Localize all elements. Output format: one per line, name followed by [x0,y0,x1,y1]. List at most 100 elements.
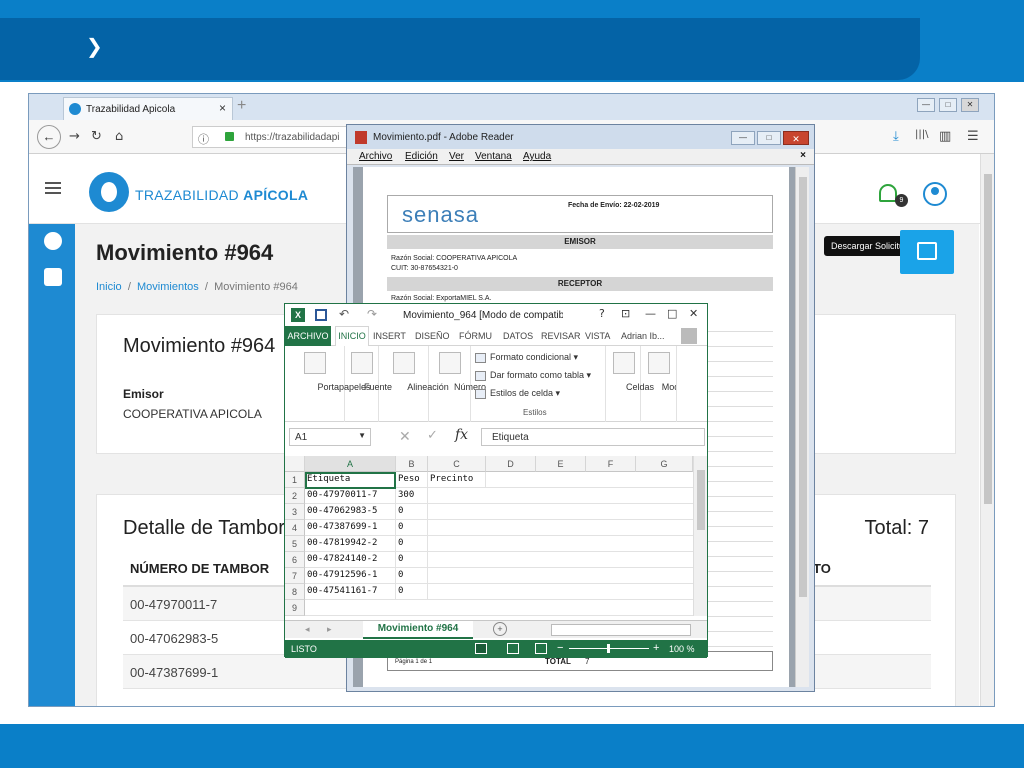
ribbon-display-icon[interactable]: ⊡ [621,307,630,320]
download-icon[interactable]: ⤓ [893,129,899,144]
redo-icon[interactable]: ↷ [367,307,377,321]
row-header[interactable]: 2 [285,488,305,504]
row-header[interactable]: 4 [285,520,305,536]
app-logo-text[interactable]: TRAZABILIDAD APÍCOLA [135,187,308,203]
cell-b7[interactable]: 0 [396,568,428,584]
adobe-maximize-button[interactable]: □ [757,131,781,145]
hamburger-icon[interactable] [45,182,61,194]
row-header[interactable]: 9 [285,600,305,616]
formato-condicional-button[interactable]: Formato condicional ▾ [475,352,578,363]
sheet-next-icon[interactable]: ▸ [327,624,332,635]
excel-close-button[interactable]: ✕ [689,307,698,320]
breadcrumb-home[interactable]: Inicio [96,281,122,293]
zoom-in-icon[interactable]: + [653,642,659,654]
browser-tab[interactable]: Trazabilidad Apicola × [63,97,233,120]
tab-diseno[interactable]: DISEÑO [415,331,450,341]
formula-input[interactable]: Etiqueta [481,428,705,446]
select-all-corner[interactable] [285,456,305,472]
cell-a8[interactable]: 00-47541161-7 [305,584,396,600]
ribbon-modificar[interactable]: Modific [641,346,677,422]
horizontal-scrollbar[interactable] [551,624,691,636]
cell-a4[interactable]: 00-47387699-1 [305,520,396,536]
cell-b3[interactable]: 0 [396,504,428,520]
cell-a5[interactable]: 00-47819942-2 [305,536,396,552]
empty-cells[interactable] [486,472,693,616]
forward-icon[interactable]: → [69,129,80,144]
hive-icon[interactable] [44,232,62,250]
dar-formato-tabla-button[interactable]: Dar formato como tabla ▾ [475,370,591,381]
cell-b4[interactable]: 0 [396,520,428,536]
zoom-level[interactable]: 100 % [669,644,695,654]
column-header[interactable]: E [536,456,586,472]
column-header[interactable]: F [586,456,636,472]
undo-icon[interactable]: ↶ [339,307,349,321]
add-sheet-icon[interactable]: + [493,622,507,636]
cell-b8[interactable]: 0 [396,584,428,600]
row-header[interactable]: 7 [285,568,305,584]
function-icon[interactable]: fx [455,427,468,443]
row-header[interactable]: 1 [285,472,305,488]
tab-insert[interactable]: INSERT [373,331,406,341]
ribbon-fuente[interactable]: Fuente [345,346,392,422]
maximize-button[interactable]: □ [939,98,957,112]
avatar[interactable] [681,328,697,344]
adobe-minimize-button[interactable]: — [731,131,755,145]
adobe-close-button[interactable]: ✕ [783,131,809,145]
tab-inicio[interactable]: INICIO [335,326,369,347]
ribbon-portapapeles[interactable]: Portapapeles [285,346,371,422]
scrollbar-thumb[interactable] [984,174,992,504]
column-header[interactable]: D [486,456,536,472]
page-scrollbar[interactable] [980,154,994,706]
user-icon[interactable] [923,182,947,206]
ribbon-celdas[interactable]: Celdas [605,346,654,422]
zoom-slider-knob[interactable] [607,644,610,653]
check-icon[interactable]: ✓ [427,428,438,443]
sheet-tab[interactable]: Movimiento #964 [363,621,473,639]
ribbon-alineacion[interactable]: Alineación [379,346,449,422]
normal-view-icon[interactable] [475,643,487,654]
menu-icon[interactable]: ☰ [967,129,979,144]
page-break-icon[interactable] [535,643,547,654]
column-header[interactable]: B [396,456,428,472]
cell-a7[interactable]: 00-47912596-1 [305,568,396,584]
cell-c1[interactable]: Precinto [428,472,486,488]
menu-ayuda[interactable]: Ayuda [523,151,551,162]
download-button[interactable] [900,230,954,274]
column-header[interactable]: C [428,456,486,472]
menu-edicion[interactable]: Edición [405,151,438,162]
estilos-celda-button[interactable]: Estilos de celda ▾ [475,388,560,399]
home-icon[interactable]: ⌂ [115,129,123,144]
tab-revisar[interactable]: REVISAR [541,331,581,341]
row-header[interactable]: 6 [285,552,305,568]
save-icon[interactable] [315,309,327,321]
menu-ventana[interactable]: Ventana [475,151,512,162]
page-layout-icon[interactable] [507,643,519,654]
breadcrumb-movimientos[interactable]: Movimientos [137,281,199,293]
row-header[interactable]: 8 [285,584,305,600]
empty-cells-c[interactable] [428,488,486,616]
cell-b5[interactable]: 0 [396,536,428,552]
adobe-scrollbar[interactable] [795,167,809,687]
cell-b1[interactable]: Peso [396,472,428,488]
chevron-down-icon[interactable]: ▼ [358,431,366,440]
column-header[interactable]: A [305,456,396,472]
help-icon[interactable]: ? [599,307,605,320]
excel-minimize-button[interactable]: — [645,307,656,320]
tab-datos[interactable]: DATOS [503,331,533,341]
excel-maximize-button[interactable]: □ [667,307,677,320]
excel-scrollbar[interactable] [693,456,707,616]
menu-archivo[interactable]: Archivo [359,151,392,162]
close-button[interactable]: ✕ [961,98,979,112]
library-icon[interactable]: |||\ [915,129,928,140]
cell-b6[interactable]: 0 [396,552,428,568]
scrollbar-thumb[interactable] [799,177,807,597]
zoom-out-icon[interactable]: − [557,642,563,654]
sidebar-toggle-icon[interactable]: ▥ [939,129,951,144]
cell-a3[interactable]: 00-47062983-5 [305,504,396,520]
account-name[interactable]: Adrian Ib... [621,331,665,341]
row-header[interactable]: 3 [285,504,305,520]
menu-ver[interactable]: Ver [449,151,464,162]
scrollbar-thumb[interactable] [697,470,705,530]
cell-a2[interactable]: 00-47970011-7 [305,488,396,504]
cancel-icon[interactable]: ✕ [399,428,411,445]
